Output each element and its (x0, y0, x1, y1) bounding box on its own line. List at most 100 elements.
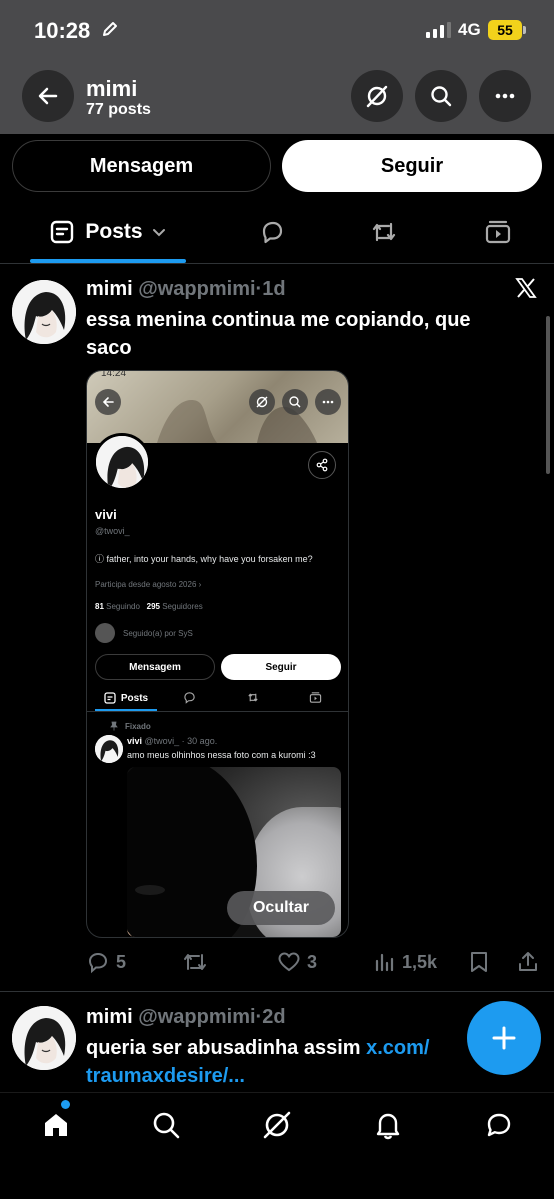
post-header: mimi @wappmimi·2d (86, 1006, 286, 1029)
post-text: essa menina continua me copiando, que sa… (86, 309, 471, 359)
message-button[interactable]: Mensagem (12, 140, 271, 192)
media-tabs: Posts (87, 684, 348, 712)
share-icon (519, 952, 537, 971)
compose-button[interactable] (467, 1001, 541, 1075)
hide-button[interactable]: Ocultar (227, 891, 335, 925)
grok-icon (263, 1111, 291, 1139)
media-profile-bio: ⓘ father, into your hands, why have you … (95, 554, 313, 564)
repost-icon (184, 954, 206, 970)
media-followers-label: Seguidores (162, 602, 203, 611)
nav-home[interactable] (36, 1105, 76, 1145)
media-tab-posts: Posts (95, 684, 157, 712)
media-followers-count: 295 (146, 602, 160, 611)
reply-icon (262, 221, 283, 244)
like-button[interactable]: 3 (277, 944, 317, 980)
nav-search[interactable] (146, 1105, 186, 1145)
avatar[interactable] (12, 1006, 76, 1070)
post-divider (0, 991, 554, 992)
plus-icon (492, 1026, 516, 1050)
media-pinned: Fixado (109, 721, 151, 731)
post-time: 2d (262, 1006, 286, 1028)
media-back-icon (95, 389, 121, 415)
network-type: 4G (458, 20, 481, 39)
nav-grok[interactable] (257, 1105, 297, 1145)
post-text-body: queria ser abusadinha assim (86, 1037, 367, 1059)
media-following-label: Seguindo (106, 602, 140, 611)
post-author-handle[interactable]: @wappmimi (138, 278, 255, 300)
media-search-icon (282, 389, 308, 415)
like-count: 3 (307, 951, 318, 972)
media-tab-posts-label: Posts (120, 692, 149, 704)
tab-active-indicator (30, 259, 186, 263)
bottom-nav (0, 1092, 554, 1199)
media-tab-indicator (95, 709, 157, 711)
post-author-name[interactable]: mimi (86, 1006, 133, 1028)
reply-icon (88, 952, 108, 974)
tab-replies[interactable] (246, 200, 298, 264)
post-text: queria ser abusadinha assim x.com/ traum… (86, 1034, 466, 1090)
search-button[interactable] (415, 70, 467, 122)
post-author-name[interactable]: mimi (86, 278, 133, 300)
search-icon (153, 1112, 180, 1139)
views-button[interactable]: 1,5k (374, 944, 437, 980)
nav-messages[interactable] (479, 1105, 519, 1145)
nav-notifications[interactable] (368, 1105, 408, 1145)
views-icon (375, 953, 394, 972)
photo-eye (135, 885, 165, 895)
post-media[interactable]: 14:24 vivi @twovi_ ⓘ father, into your h… (86, 370, 349, 938)
post-author-handle[interactable]: @wappmimi (138, 1006, 255, 1028)
search-icon (431, 86, 452, 107)
bell-icon (376, 1113, 400, 1140)
share-button[interactable] (516, 944, 540, 980)
media-profile-avatar (93, 433, 151, 491)
post-header: mimi @wappmimi·1d (86, 278, 286, 301)
message-icon (487, 1113, 511, 1137)
tab-media[interactable] (472, 200, 524, 264)
status-time: 10:28 (34, 18, 91, 43)
media-post-name: vivi (127, 736, 143, 746)
repost-button[interactable] (181, 944, 209, 980)
media-followed-by: Seguido(a) por SyS (95, 623, 193, 643)
tab-posts[interactable]: Posts (30, 200, 186, 264)
view-count: 1,5k (402, 951, 438, 972)
avatar[interactable] (12, 280, 76, 344)
avatar-image (12, 280, 76, 344)
heart-icon (278, 952, 300, 972)
battery-indicator: 55 (488, 20, 526, 40)
home-notification-dot (61, 1100, 70, 1109)
video-icon (485, 220, 511, 244)
media-follower-avatar (95, 623, 115, 643)
repost-icon (372, 222, 396, 242)
more-button[interactable] (479, 70, 531, 122)
tab-reposts[interactable] (358, 200, 410, 264)
media-repost-icon (248, 693, 258, 702)
grok-icon (366, 85, 388, 108)
pencil-icon (103, 22, 117, 36)
media-more-icon (315, 389, 341, 415)
grok-button[interactable] (351, 70, 403, 122)
scrollbar[interactable] (546, 316, 550, 474)
media-pinned-label: Fixado (125, 721, 151, 731)
media-share-icon (308, 451, 336, 479)
media-message-button: Mensagem (95, 654, 215, 680)
media-reply-icon (184, 692, 195, 704)
follow-button[interactable]: Seguir (282, 140, 542, 192)
arrow-left-icon (38, 87, 58, 105)
back-button[interactable] (22, 70, 74, 122)
avatar-image (12, 1006, 76, 1070)
media-profile-joined: Participa desde agosto 2026 › (95, 580, 202, 589)
post-count: 77 posts (86, 101, 151, 118)
post-time: 1d (262, 278, 286, 300)
post-actions: 5 3 1,5k (0, 944, 554, 980)
bookmark-button[interactable] (468, 944, 490, 980)
media-joined-text: Participa desde agosto 2026 (95, 580, 197, 589)
media-follow-button: Seguir (221, 654, 341, 680)
x-logo-icon (515, 278, 537, 298)
media-post-text: amo meus olhinhos nessa foto com a kurom… (127, 750, 316, 760)
media-profile-name: vivi (95, 507, 117, 522)
media-post-avatar (95, 735, 123, 763)
media-post-meta: @twovi_ · 30 ago. (144, 736, 218, 746)
reply-button[interactable]: 5 (86, 944, 126, 980)
media-banner (87, 371, 348, 443)
media-video-icon (309, 692, 322, 703)
